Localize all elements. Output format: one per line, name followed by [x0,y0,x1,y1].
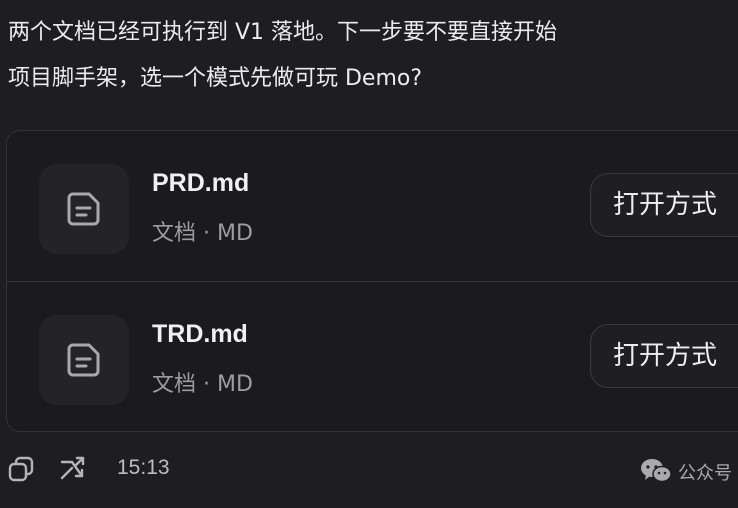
document-icon [67,192,100,226]
branch-icon[interactable] [58,454,88,484]
chat-page: 两个文档已经可执行到 V1 落地。下一步要不要直接开始 项目脚手架，选一个模式先… [0,0,738,508]
file-name: TRD.md [152,320,248,348]
file-icon-container [39,315,129,405]
copy-icon[interactable] [6,454,36,484]
watermark-text: 公众号 [678,463,732,484]
assistant-message: 两个文档已经可执行到 V1 落地。下一步要不要直接开始 项目脚手架，选一个模式先… [8,10,738,102]
file-meta: 文档 · MD [152,221,253,246]
file-row-trd[interactable]: TRD.md 文档 · MD 打开方式 [7,281,738,431]
message-timestamp: 15:13 [117,456,170,479]
message-line-2: 项目脚手架，选一个模式先做可玩 Demo? [8,66,423,91]
open-with-button[interactable]: 打开方式 [590,173,738,237]
file-meta: 文档 · MD [152,372,253,397]
file-row-prd[interactable]: PRD.md 文档 · MD 打开方式 [7,131,738,281]
file-name: PRD.md [152,169,250,197]
file-icon-container [39,164,129,254]
attachments-card: PRD.md 文档 · MD 打开方式 TRD.md 文档 · MD 打开方式 [6,130,738,432]
wechat-icon [641,459,672,483]
message-line-1: 两个文档已经可执行到 V1 落地。下一步要不要直接开始 [8,20,558,45]
document-icon [67,343,100,377]
message-actions-bar: 15:13 公众号 [0,450,738,490]
open-with-button[interactable]: 打开方式 [590,324,738,388]
